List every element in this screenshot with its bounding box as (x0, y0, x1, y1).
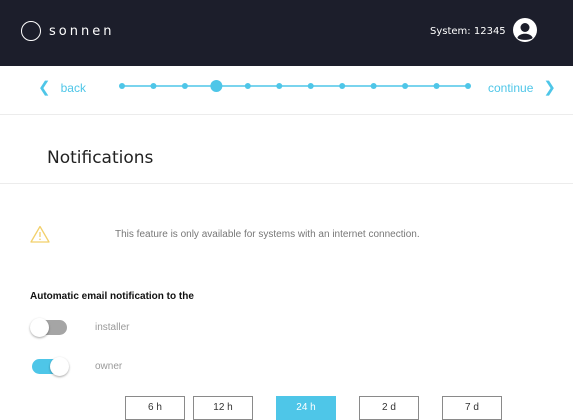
owner-label: owner (95, 361, 123, 372)
back-button[interactable]: ❮ back (38, 78, 86, 96)
interval-12h-button[interactable]: 12 h (193, 396, 253, 420)
stepper-dot-current (210, 80, 223, 92)
page-title: Notifications (47, 148, 154, 168)
sonnen-logo-icon (21, 21, 41, 41)
toggle-knob (50, 357, 69, 376)
stepper-dot (307, 83, 314, 89)
stepper-dot (150, 83, 157, 89)
email-notification-title: Automatic email notification to the (30, 291, 194, 302)
stepper-dot (276, 83, 283, 89)
stepper-dot (119, 83, 125, 89)
progress-stepper (119, 80, 471, 92)
chevron-right-icon: ❯ (543, 79, 556, 96)
toggle-knob (30, 318, 49, 337)
warning-text: This feature is only available for syste… (115, 229, 420, 240)
stepper-dot (402, 83, 409, 89)
continue-label: continue (488, 81, 534, 95)
logo-text: sonnen (49, 24, 115, 39)
interval-6h-button[interactable]: 6 h (125, 396, 185, 420)
stepper-dot (244, 83, 251, 89)
interval-7d-button[interactable]: 7 d (442, 396, 502, 420)
warning-triangle-icon (30, 225, 50, 243)
chevron-left-icon: ❮ (38, 79, 51, 96)
stepper-dot (370, 83, 377, 89)
stepper-dot (339, 83, 346, 89)
stepper-dot (181, 83, 188, 89)
system-info: System: 12345 (430, 26, 506, 37)
system-label: System: (430, 26, 471, 37)
installer-toggle[interactable] (30, 318, 67, 337)
interval-2d-button[interactable]: 2 d (359, 396, 419, 420)
interval-24h-button[interactable]: 24 h (276, 396, 336, 420)
user-circle-icon[interactable] (513, 18, 537, 42)
continue-button[interactable]: continue ❯ (488, 78, 556, 96)
owner-toggle[interactable] (32, 357, 69, 376)
installer-label: installer (95, 322, 130, 333)
system-id: 12345 (473, 26, 506, 37)
back-label: back (60, 81, 86, 95)
stepper-dot (465, 83, 471, 89)
stepper-dot (433, 83, 440, 89)
